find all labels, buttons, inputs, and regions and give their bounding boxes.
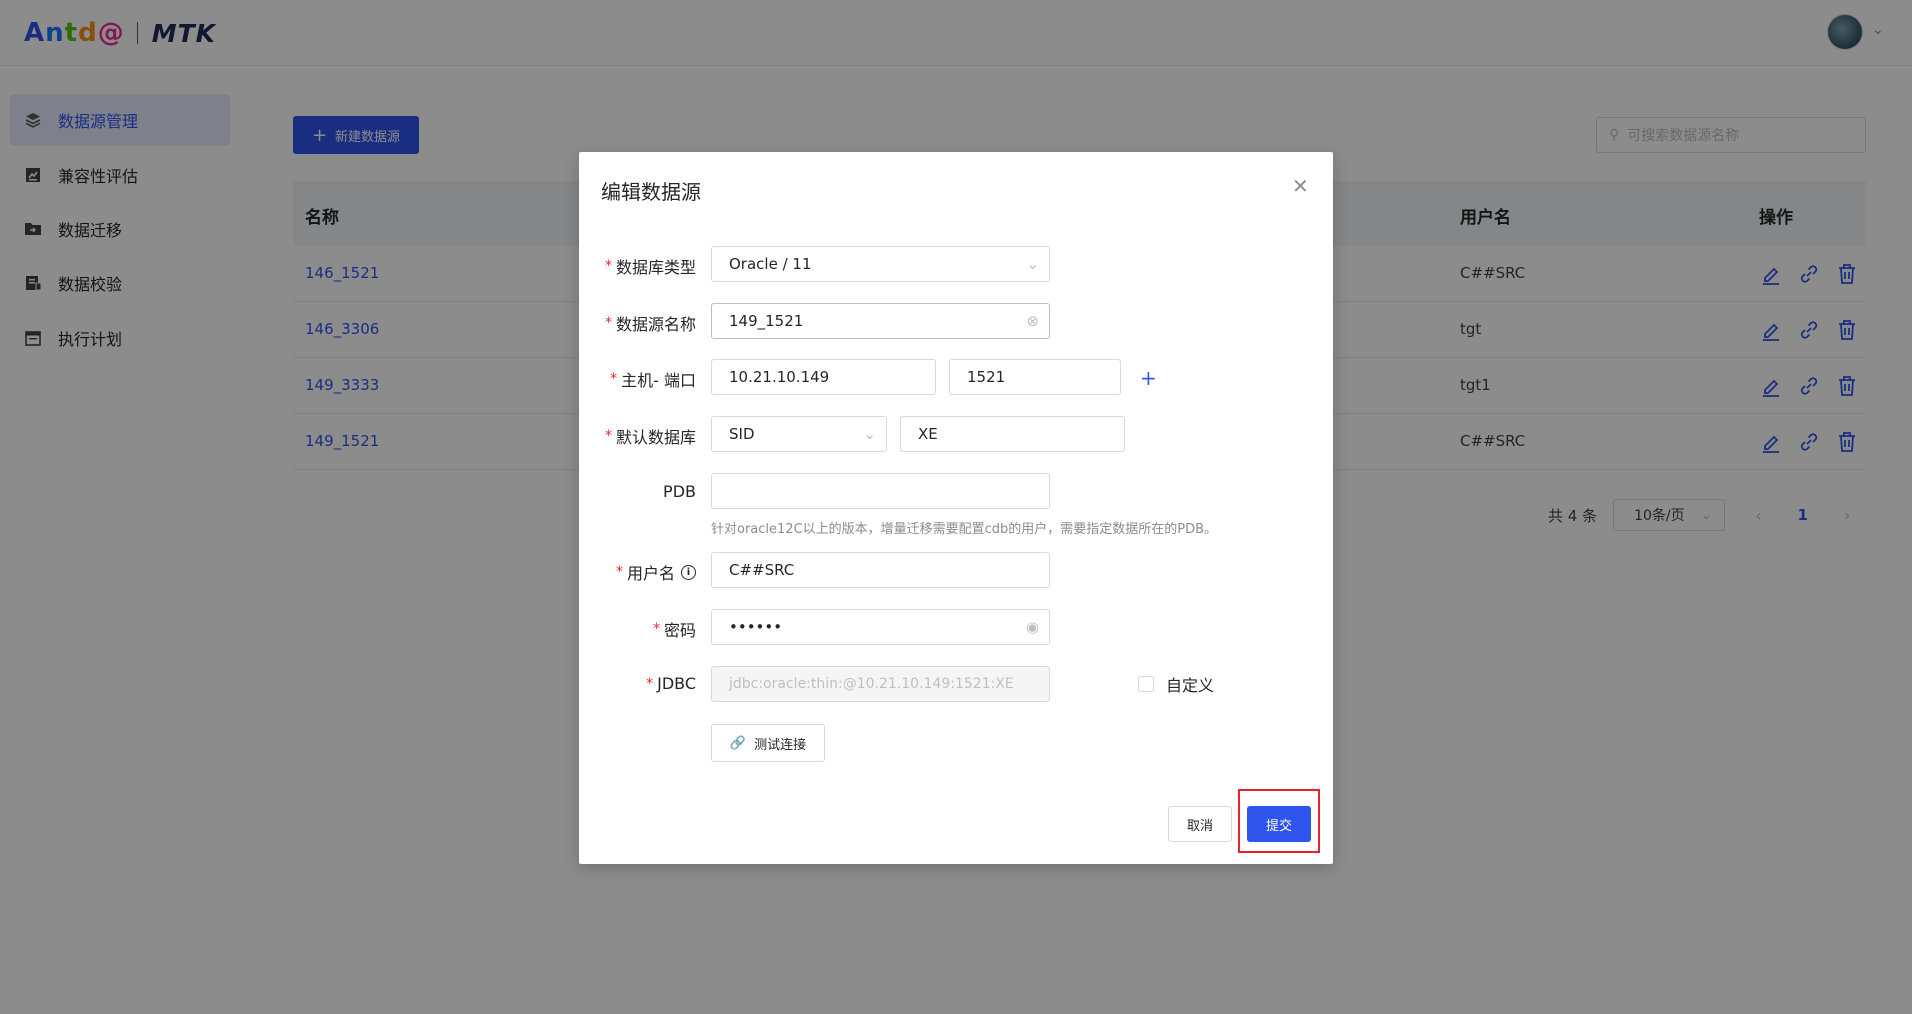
info-icon[interactable]: i <box>681 564 696 580</box>
default-db-value: XE <box>918 425 938 443</box>
required-mark: * <box>610 371 618 387</box>
jdbc-value: jdbc:oracle:thin:@10.21.10.149:1521:XE <box>729 676 1014 692</box>
port-value: 1521 <box>967 368 1006 386</box>
default-db-type-value: SID <box>729 425 755 443</box>
link-icon: 🔗 <box>729 735 747 751</box>
eye-icon[interactable]: ◉ <box>1026 618 1039 636</box>
required-mark: * <box>604 428 612 444</box>
db-type-select[interactable]: Oracle / 11 ⌄ <box>711 246 1050 282</box>
add-host-icon[interactable]: + <box>1140 366 1157 390</box>
ds-name-label: * 数据源名称 <box>604 315 696 334</box>
pdb-hint: 针对oracle12C以上的版本，增量迁移需要配置cdb的用户，需要指定数据所在… <box>711 522 1218 537</box>
pdb-input[interactable] <box>711 473 1050 509</box>
password-label: * 密码 <box>652 621 696 640</box>
test-connection-button[interactable]: 🔗 测试连接 <box>711 724 825 762</box>
clear-icon[interactable]: ⊗ <box>1026 312 1039 330</box>
required-mark: * <box>652 621 660 637</box>
host-value: 10.21.10.149 <box>729 368 830 386</box>
checkbox-box[interactable] <box>1138 676 1154 692</box>
ds-name-value: 149_1521 <box>729 312 804 330</box>
required-mark: * <box>615 564 623 580</box>
required-mark: * <box>646 675 654 692</box>
username-value: C##SRC <box>729 561 795 579</box>
host-port-label: * 主机- 端口 <box>610 371 696 390</box>
custom-jdbc-label: 自定义 <box>1166 676 1215 695</box>
close-icon[interactable]: ✕ <box>1292 174 1309 198</box>
test-connection-label: 测试连接 <box>754 737 807 753</box>
required-mark: * <box>604 315 612 331</box>
chevron-down-icon: ⌄ <box>1026 255 1039 273</box>
edit-datasource-modal: 编辑数据源 ✕ * 数据库类型 Oracle / 11 ⌄ * 数据源名称 149_… <box>579 152 1333 864</box>
jdbc-input: jdbc:oracle:thin:@10.21.10.149:1521:XE <box>711 666 1050 702</box>
default-db-label: * 默认数据库 <box>604 428 696 447</box>
chevron-down-icon: ⌄ <box>863 425 876 443</box>
host-input[interactable]: 10.21.10.149 <box>711 359 936 395</box>
modal-title: 编辑数据源 <box>601 180 701 204</box>
pdb-label: PDB <box>663 482 696 501</box>
password-value: •••••• <box>729 618 783 636</box>
cancel-button[interactable]: 取消 <box>1168 806 1232 842</box>
username-input[interactable]: C##SRC <box>711 552 1050 588</box>
custom-jdbc-checkbox[interactable]: 自定义 <box>1138 672 1214 696</box>
port-input[interactable]: 1521 <box>949 359 1121 395</box>
required-mark: * <box>604 258 612 274</box>
ds-name-input[interactable]: 149_1521 ⊗ <box>711 303 1050 339</box>
default-db-type-select[interactable]: SID ⌄ <box>711 416 887 452</box>
jdbc-label: * JDBC <box>646 674 696 693</box>
default-db-input[interactable]: XE <box>900 416 1125 452</box>
submit-highlight-box <box>1238 789 1320 853</box>
username-label: * 用户名 i <box>616 560 696 584</box>
password-input[interactable]: •••••• ◉ <box>711 609 1050 645</box>
db-type-label: * 数据库类型 <box>604 258 696 277</box>
db-type-value: Oracle / 11 <box>729 255 812 273</box>
